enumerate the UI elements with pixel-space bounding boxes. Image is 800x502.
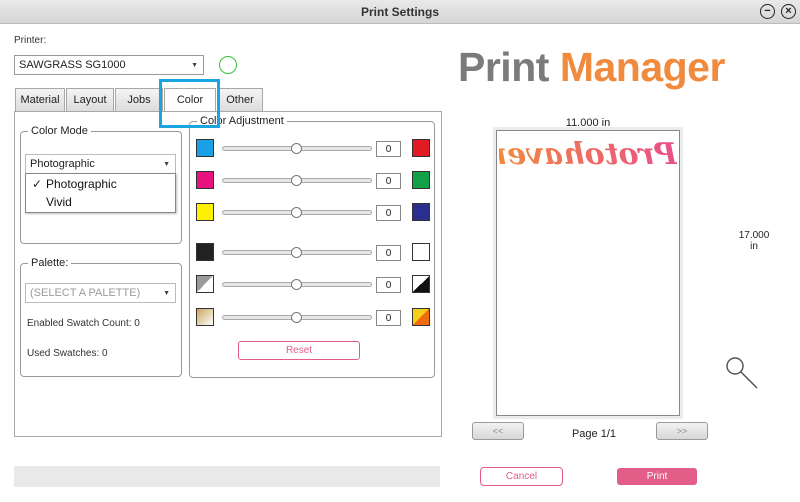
yellow-swatch-icon [196,203,214,221]
printer-select[interactable]: SAWGRASS SG1000 ▼ [14,55,204,75]
green-swatch-icon [412,171,430,189]
print-manager-logo: Print Manager [458,44,725,91]
zoom-magnifier-icon[interactable] [724,355,760,391]
adjustment-value-input[interactable]: 0 [376,277,401,293]
chevron-down-icon: ▼ [163,161,170,168]
close-icon[interactable]: × [781,4,796,19]
color-mode-title: Color Mode [28,125,91,137]
tab-layout[interactable]: Layout [66,88,114,111]
preview-width-label: 11.000 in [565,117,611,129]
preview-height-label: 17.000 in [734,230,774,252]
minimize-icon[interactable]: − [760,4,775,19]
printer-label: Printer: [14,35,47,46]
adjustment-value-input[interactable]: 0 [376,205,401,221]
yellow-orange-swatch-icon [412,308,430,326]
printer-status-indicator [219,56,237,74]
title-bar: Print Settings − × [0,0,800,24]
tab-other[interactable]: Other [217,88,263,111]
preview-artwork: Protohaven [485,137,677,172]
checkmark-icon: ✓ [32,177,43,191]
page-indicator: Page 1/1 [571,428,617,440]
option-photographic[interactable]: Photographic [46,177,117,191]
logo-word-manager: Manager [559,44,726,90]
white-swatch-icon [412,243,430,261]
preview-height-value: 17.000 [738,230,770,241]
print-button[interactable]: Print [617,468,697,485]
palette-title: Palette: [28,257,72,269]
palette-select-value: (SELECT A PALETTE) [30,287,141,299]
adjustment-value-input[interactable]: 0 [376,245,401,261]
red-swatch-icon [412,139,430,157]
adjustment-value-input[interactable]: 0 [376,310,401,326]
color-mode-select-value: Photographic [30,158,95,170]
palette-select[interactable]: (SELECT A PALETTE) ▼ [25,283,176,303]
prev-page-button[interactable]: << [472,422,524,440]
adjustment-value-input[interactable]: 0 [376,173,401,189]
adjustment-slider-thumb[interactable] [291,175,302,186]
color-mode-select[interactable]: Photographic ▼ [25,154,176,174]
chevron-down-icon: ▼ [163,290,170,297]
enabled-swatch-count: Enabled Swatch Count: 0 [27,318,140,329]
adjustment-slider-thumb[interactable] [291,143,302,154]
print-preview-canvas: Protohaven [485,130,680,416]
adjustment-slider-thumb[interactable] [291,207,302,218]
progress-bar [14,466,440,487]
black-swatch-icon [196,243,214,261]
blue-swatch-icon [412,203,430,221]
tan-gradient-swatch-icon [196,308,214,326]
chevron-down-icon: ▼ [191,62,198,69]
adjustment-value-input[interactable]: 0 [376,141,401,157]
preview-height-unit: in [750,241,758,252]
adjustment-slider-thumb[interactable] [291,312,302,323]
option-vivid[interactable]: Vivid [46,195,72,209]
reset-button[interactable]: Reset [238,341,360,360]
cancel-button[interactable]: Cancel [480,467,563,486]
window-title: Print Settings [360,5,439,19]
white-black-swatch-icon [412,275,430,293]
tab-jobs[interactable]: Jobs [115,88,163,111]
tab-material[interactable]: Material [15,88,65,111]
cyan-swatch-icon [196,139,214,157]
adjustment-slider-thumb[interactable] [291,279,302,290]
tab-highlight-box [159,79,220,128]
adjustment-slider-thumb[interactable] [291,247,302,258]
magenta-swatch-icon [196,171,214,189]
logo-word-print: Print [458,44,549,90]
printer-select-value: SAWGRASS SG1000 [19,59,126,71]
gray-white-swatch-icon [196,275,214,293]
color-mode-dropdown-list: ✓ Photographic Vivid [25,173,176,213]
used-swatches: Used Swatches: 0 [27,348,108,359]
next-page-button[interactable]: >> [656,422,708,440]
